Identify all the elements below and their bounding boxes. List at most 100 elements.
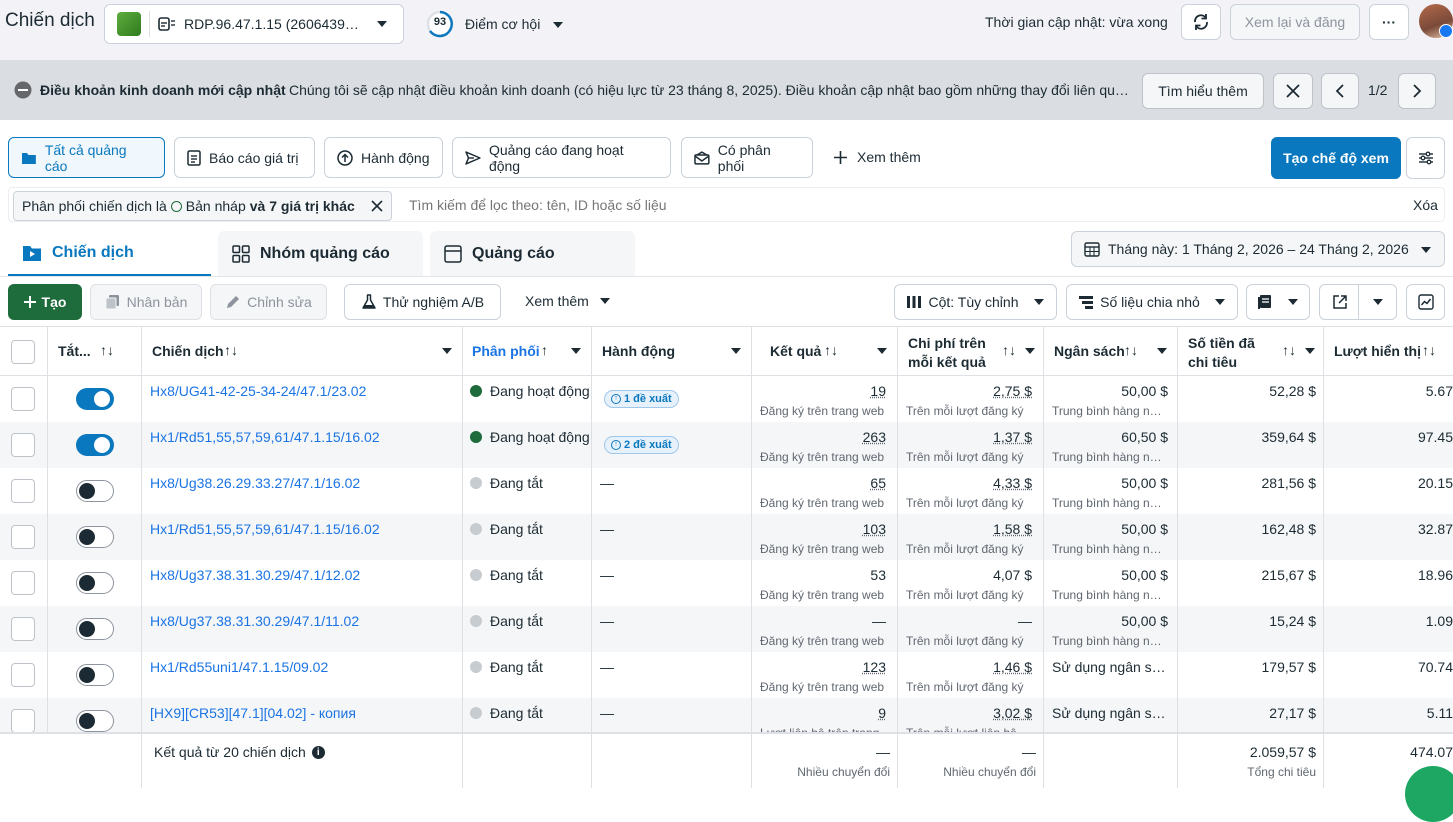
plus-icon: [24, 296, 36, 308]
cost-per-result-value[interactable]: 1,46 $: [906, 659, 1032, 675]
reports-dropdown[interactable]: [1246, 284, 1310, 320]
clear-filters-button[interactable]: Xóa: [1413, 197, 1438, 213]
campaign-toggle[interactable]: [76, 526, 114, 548]
campaign-name-link[interactable]: Hx8/Ug37.38.31.30.29/47.1/11.02: [150, 613, 359, 629]
summary-results: —: [752, 744, 890, 760]
header-results[interactable]: Kết quả ↑↓: [752, 327, 898, 375]
row-checkbox[interactable]: [11, 571, 35, 595]
tab-value-report[interactable]: Báo cáo giá trị: [174, 137, 315, 178]
tab-with-delivery[interactable]: Có phân phối: [681, 137, 813, 178]
row-checkbox[interactable]: [11, 709, 35, 732]
cost-per-result-value: —: [906, 613, 1032, 629]
tab-ads[interactable]: Quảng cáo: [430, 231, 635, 277]
cost-per-result-value[interactable]: 1,37 $: [906, 429, 1032, 445]
create-view-button[interactable]: Tạo chế độ xem: [1271, 137, 1401, 179]
campaign-name-link[interactable]: [HX9][CR53][47.1][04.02] - копия: [150, 705, 356, 721]
result-value[interactable]: 103: [760, 521, 886, 537]
row-checkbox[interactable]: [11, 433, 35, 457]
create-button[interactable]: Tạo: [8, 284, 82, 320]
cost-per-result-value[interactable]: 2,75 $: [906, 383, 1032, 399]
header-amount-spent[interactable]: Số tiền đã chi tiêu ↑↓: [1178, 327, 1324, 375]
campaign-toggle[interactable]: [76, 572, 114, 594]
amount-spent-value: 359,64 $: [1186, 429, 1316, 445]
export-button[interactable]: [1319, 284, 1397, 320]
header-cost-per-result[interactable]: Chi phí trên mỗi kết quả ↑↓: [898, 327, 1044, 375]
columns-icon: [906, 295, 922, 309]
toolbar-more-dropdown[interactable]: Xem thêm: [525, 293, 611, 309]
campaign-toggle[interactable]: [76, 434, 114, 456]
select-all-checkbox[interactable]: [11, 340, 35, 364]
cost-per-result-value: 4,07 $: [906, 567, 1032, 583]
tab-active-ads[interactable]: Quảng cáo đang hoạt động: [452, 137, 671, 178]
close-icon[interactable]: [371, 200, 383, 212]
campaign-name-link[interactable]: Hx8/UG41-42-25-34-24/47.1/23.02: [150, 383, 366, 399]
campaign-name-link[interactable]: Hx1/Rd51,55,57,59,61/47.1.15/16.02: [150, 429, 380, 445]
page-title: Chiến dịch: [5, 10, 95, 32]
result-type: Đăng ký trên trang web: [760, 496, 886, 510]
campaign-name-link[interactable]: Hx1/Rd51,55,57,59,61/47.1.15/16.02: [150, 521, 380, 537]
tab-campaigns[interactable]: Chiến dịch: [8, 231, 211, 277]
refresh-button[interactable]: [1181, 4, 1221, 40]
header-actions[interactable]: Hành động: [592, 327, 752, 375]
chevron-right-icon: [1412, 84, 1422, 98]
top-bar: Chiến dịch RDP.96.47.1.15 (2606439… 93 Đ…: [0, 0, 1453, 60]
campaign-toggle[interactable]: [76, 710, 114, 732]
result-value[interactable]: 263: [760, 429, 886, 445]
row-checkbox[interactable]: [11, 387, 35, 411]
view-settings-button[interactable]: [1406, 137, 1445, 179]
date-range-picker[interactable]: Tháng này: 1 Tháng 2, 2026 – 24 Tháng 2,…: [1071, 231, 1445, 267]
close-banner-button[interactable]: [1273, 73, 1313, 109]
search-input[interactable]: [409, 192, 1309, 218]
header-toggle[interactable]: Tắt... ↑↓: [48, 327, 142, 375]
actions-cell: —: [600, 567, 614, 583]
campaign-toggle[interactable]: [76, 618, 114, 640]
ab-test-button[interactable]: Thử nghiệm A/B: [344, 284, 501, 320]
view-more-button[interactable]: Xem thêm: [834, 149, 921, 165]
review-publish-button[interactable]: Xem lại và đăng: [1230, 4, 1360, 40]
duplicate-button[interactable]: Nhân bản: [90, 284, 202, 320]
tab-actions[interactable]: Hành động: [324, 137, 443, 178]
cost-per-result-value[interactable]: 4,33 $: [906, 475, 1032, 491]
row-checkbox[interactable]: [11, 663, 35, 687]
breakdown-dropdown[interactable]: Số liệu chia nhỏ: [1066, 284, 1238, 320]
next-notice-button[interactable]: [1398, 73, 1436, 109]
summary-spent: 2.059,57 $: [1178, 744, 1316, 760]
result-value[interactable]: 65: [760, 475, 886, 491]
row-checkbox[interactable]: [11, 479, 35, 503]
campaign-name-link[interactable]: Hx8/Ug37.38.31.30.29/47.1/12.02: [150, 567, 360, 583]
recommendation-badge[interactable]: ↑ 2 đề xuất: [604, 436, 679, 454]
sort-icon: ↑↓: [224, 342, 238, 358]
info-icon[interactable]: i: [312, 746, 325, 759]
more-options-button[interactable]: ···: [1369, 4, 1409, 40]
filter-chip[interactable]: Phân phối chiến dịch là Bản nháp và 7 gi…: [13, 191, 392, 221]
tab-ad-sets[interactable]: Nhóm quảng cáo: [218, 231, 423, 277]
edit-button[interactable]: Chỉnh sửa: [210, 284, 327, 320]
row-checkbox[interactable]: [11, 617, 35, 641]
recommendation-badge[interactable]: ↑ 1 đề xuất: [604, 390, 679, 408]
header-delivery[interactable]: Phân phối ↑: [463, 327, 592, 375]
cost-per-result-value[interactable]: 1,58 $: [906, 521, 1032, 537]
table-row: [HX9][CR53][47.1][04.02] - копия Đang tắt…: [0, 698, 1453, 732]
campaign-toggle[interactable]: [76, 480, 114, 502]
cost-per-result-value[interactable]: 3,02 $: [906, 705, 1032, 721]
header-budget[interactable]: Ngân sách ↑↓: [1044, 327, 1178, 375]
chart-view-button[interactable]: [1406, 284, 1445, 320]
table-row: Hx8/UG41-42-25-34-24/47.1/23.02 Đang hoạt…: [0, 376, 1453, 422]
campaign-toggle[interactable]: [76, 664, 114, 686]
result-value[interactable]: 19: [760, 383, 886, 399]
result-value[interactable]: 123: [760, 659, 886, 675]
result-value[interactable]: 9: [760, 705, 886, 721]
header-campaign[interactable]: Chiến dịch ↑↓: [142, 327, 463, 375]
campaign-name-link[interactable]: Hx8/Ug38.26.29.33.27/47.1/16.02: [150, 475, 360, 491]
prev-notice-button[interactable]: [1321, 73, 1359, 109]
row-checkbox[interactable]: [11, 525, 35, 549]
tab-all-ads[interactable]: Tất cả quảng cáo: [8, 137, 165, 178]
campaign-toggle[interactable]: [76, 388, 114, 410]
header-impressions[interactable]: Lượt hiển thị ↑↓: [1324, 327, 1453, 375]
help-chat-button[interactable]: [1405, 766, 1453, 822]
account-selector[interactable]: RDP.96.47.1.15 (2606439…: [104, 4, 404, 44]
columns-dropdown[interactable]: Cột: Tùy chỉnh: [894, 284, 1057, 320]
campaign-name-link[interactable]: Hx1/Rd55uni1/47.1.15/09.02: [150, 659, 328, 675]
opportunity-score-dropdown[interactable]: Điểm cơ hội: [465, 16, 564, 32]
learn-more-button[interactable]: Tìm hiểu thêm: [1142, 73, 1264, 109]
